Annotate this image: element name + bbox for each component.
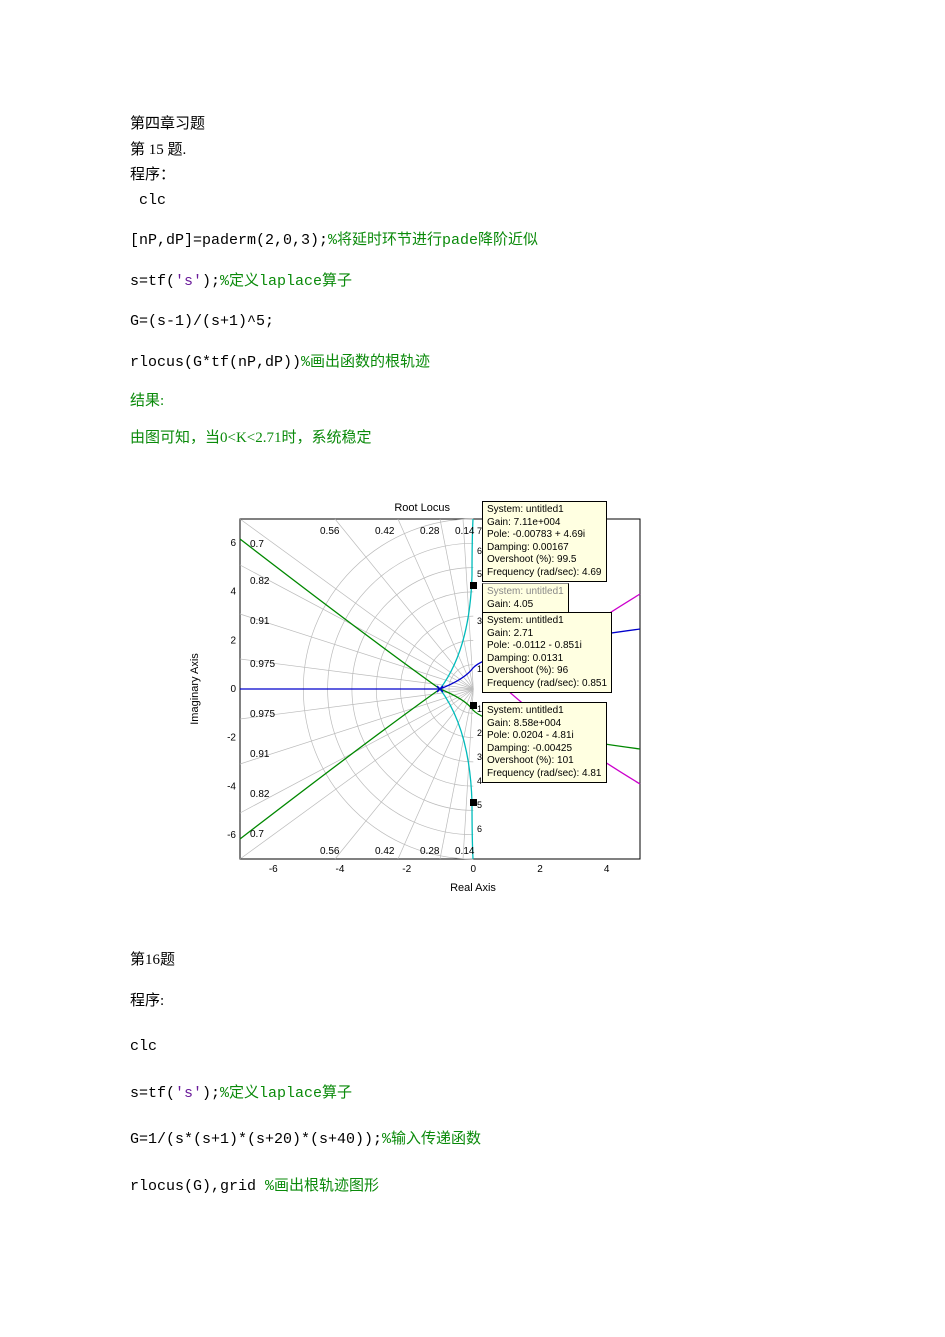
datatip-2: System: untitled1 Gain: 4.05 [482, 583, 569, 614]
root-locus-figure: -6 -4 -2 0 2 4 -6 -4 -2 0 2 4 6 [170, 479, 720, 919]
result-label: 结果: [130, 390, 815, 413]
conclusion-text: 由图可知，当0<K<2.71时，系统稳定 [130, 427, 815, 450]
svg-text:-2: -2 [227, 733, 236, 744]
datatip-1: System: untitled1 Gain: 7.11e+004 Pole: … [482, 501, 607, 582]
svg-text:0.28: 0.28 [420, 846, 440, 857]
svg-text:-2: -2 [402, 864, 411, 875]
svg-text:0.56: 0.56 [320, 526, 340, 537]
svg-text:6: 6 [477, 824, 482, 834]
svg-text:0: 0 [471, 864, 477, 875]
code-stf: s=tf('s');%定义laplace算子 [130, 271, 815, 294]
svg-text:4: 4 [604, 864, 610, 875]
svg-text:0.975: 0.975 [250, 709, 275, 720]
svg-text:0.82: 0.82 [250, 576, 270, 587]
svg-text:0.91: 0.91 [250, 616, 270, 627]
svg-text:0.14: 0.14 [455, 526, 475, 537]
datatip-4: System: untitled1 Gain: 8.58e+004 Pole: … [482, 702, 607, 783]
svg-text:0.14: 0.14 [455, 846, 475, 857]
svg-text:4: 4 [230, 587, 236, 598]
code-g2: G=1/(s*(s+1)*(s+20)*(s+40));%输入传递函数 [130, 1129, 815, 1152]
code-clc: clc [130, 190, 815, 213]
svg-text:0.42: 0.42 [375, 846, 395, 857]
datatip-3: System: untitled1 Gain: 2.71 Pole: -0.01… [482, 612, 612, 693]
rlocus-svg: -6 -4 -2 0 2 4 -6 -4 -2 0 2 4 6 [170, 479, 720, 919]
svg-text:-6: -6 [269, 864, 278, 875]
datatip-3-marker [470, 702, 477, 709]
svg-text:-4: -4 [336, 864, 345, 875]
program-label: 程序： [130, 164, 815, 187]
svg-text:0.975: 0.975 [250, 659, 275, 670]
svg-text:6: 6 [230, 538, 236, 549]
chapter-title: 第四章习题 [130, 113, 815, 136]
document-page: 第四章习题 第 15 题. 程序： clc [nP,dP]=paderm(2,0… [0, 0, 945, 1261]
code-stf-2: s=tf('s');%定义laplace算子 [130, 1083, 815, 1106]
code-rlocus: rlocus(G*tf(nP,dP))%画出函数的根轨迹 [130, 352, 815, 375]
question-15-title: 第 15 题. [130, 139, 815, 162]
svg-text:0: 0 [230, 684, 236, 695]
svg-text:2: 2 [230, 635, 236, 646]
svg-text:0.7: 0.7 [250, 829, 264, 840]
svg-text:-6: -6 [227, 830, 236, 841]
svg-text:0.42: 0.42 [375, 526, 395, 537]
svg-text:0.7: 0.7 [250, 539, 264, 550]
code-pade: [nP,dP]=paderm(2,0,3);%将延时环节进行pade降阶近似 [130, 230, 815, 253]
datatip-4-marker [470, 799, 477, 806]
svg-text:5: 5 [477, 800, 482, 810]
x-axis-label: Real Axis [450, 882, 496, 894]
code-rlocus-2: rlocus(G),grid %画出根轨迹图形 [130, 1176, 815, 1199]
svg-text:0.82: 0.82 [250, 789, 270, 800]
program-label-2: 程序: [130, 990, 815, 1013]
svg-text:0.28: 0.28 [420, 526, 440, 537]
svg-text:-4: -4 [227, 781, 236, 792]
datatip-1-marker [470, 582, 477, 589]
code-g: G=(s-1)/(s+1)^5; [130, 311, 815, 334]
svg-text:0.91: 0.91 [250, 749, 270, 760]
chart-title: Root Locus [394, 502, 450, 514]
y-axis-label: Imaginary Axis [189, 653, 201, 725]
svg-text:2: 2 [537, 864, 543, 875]
question-16-title: 第16题 [130, 949, 815, 972]
code-clc-2: clc [130, 1036, 815, 1059]
svg-text:0.56: 0.56 [320, 846, 340, 857]
